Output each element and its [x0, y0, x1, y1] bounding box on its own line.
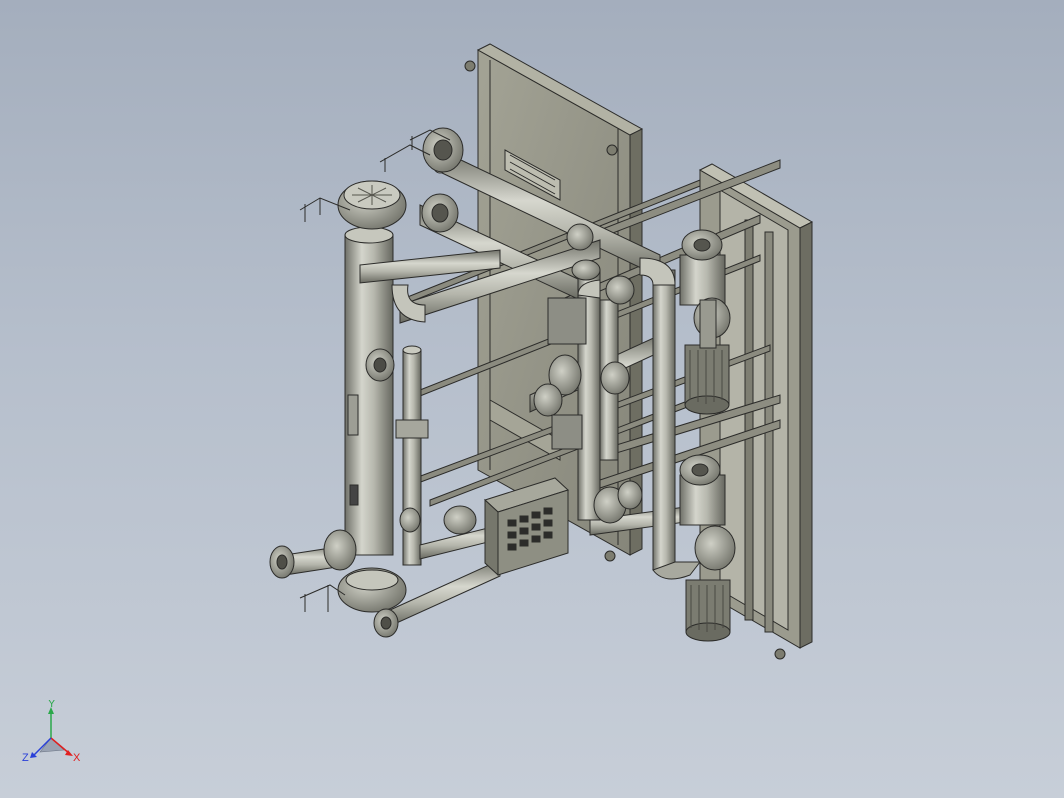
orientation-triad[interactable]: Y X Z	[18, 700, 88, 770]
x-axis-label: X	[73, 752, 81, 764]
cad-model-viewport[interactable]	[0, 0, 1064, 798]
pump-upper[interactable]	[679, 229, 731, 415]
z-axis-label: Z	[22, 752, 29, 764]
y-axis-label: Y	[48, 700, 56, 710]
control-panel-box[interactable]	[484, 477, 569, 577]
